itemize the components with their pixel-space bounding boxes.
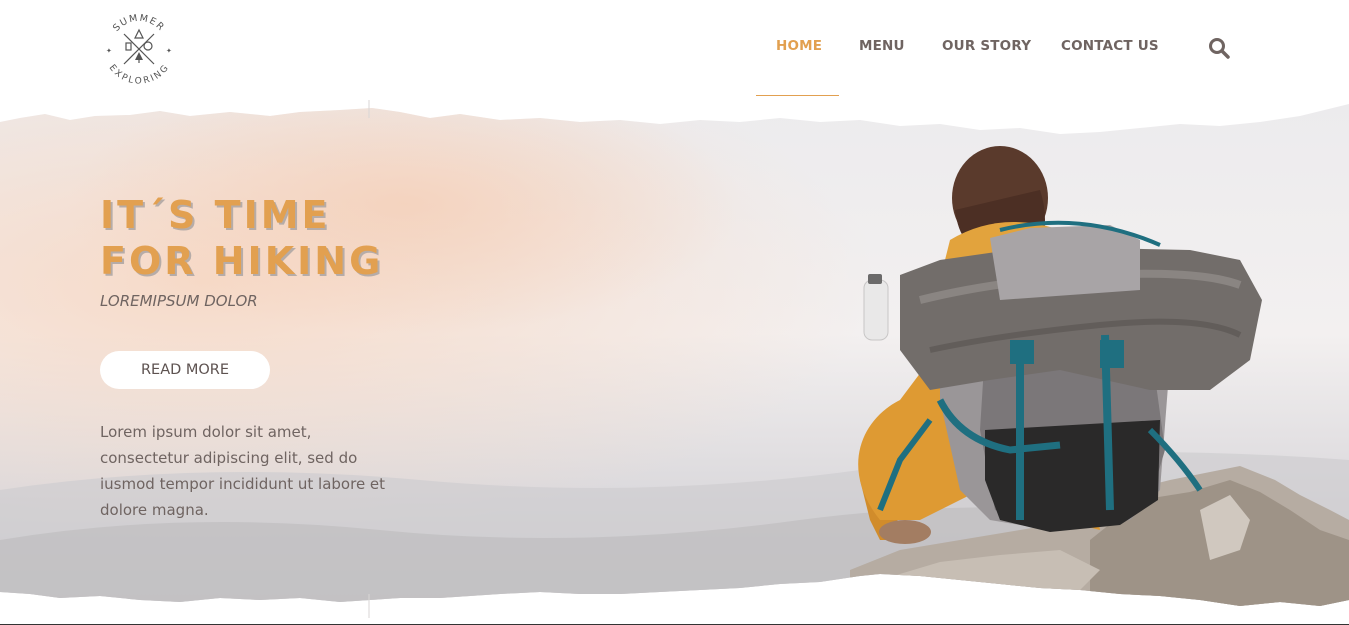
nav-item-menu[interactable]: MENU	[859, 38, 905, 54]
active-nav-indicator	[756, 95, 839, 96]
hero-headline: IT´S TIME FOR HIKING	[100, 192, 383, 284]
nav-item-our-story[interactable]: OUR STORY	[942, 38, 1031, 54]
nav-item-contact-us[interactable]: CONTACT US	[1061, 38, 1159, 54]
search-icon	[1209, 38, 1230, 59]
hero-body-text: Lorem ipsum dolor sit amet, consectetur …	[100, 423, 386, 519]
hero-headline-line1: IT´S TIME	[100, 193, 331, 237]
search-button[interactable]	[1206, 35, 1232, 61]
svg-text:EXPLORING: EXPLORING	[107, 63, 172, 86]
hero-headline-line2: FOR HIKING	[100, 239, 384, 283]
nav-item-home[interactable]: HOME	[776, 38, 822, 54]
main-nav: HOME MENU OUR STORY CONTACT US	[0, 38, 1349, 58]
logo-bottom-text: EXPLORING	[107, 63, 171, 87]
hero-subtitle: LOREMIPSUM DOLOR	[100, 292, 258, 310]
read-more-button[interactable]: READ MORE	[100, 351, 270, 389]
landing-page: SUMMER EXPLORING ✦ ✦ HOME MENU OUR STORY	[0, 0, 1349, 625]
